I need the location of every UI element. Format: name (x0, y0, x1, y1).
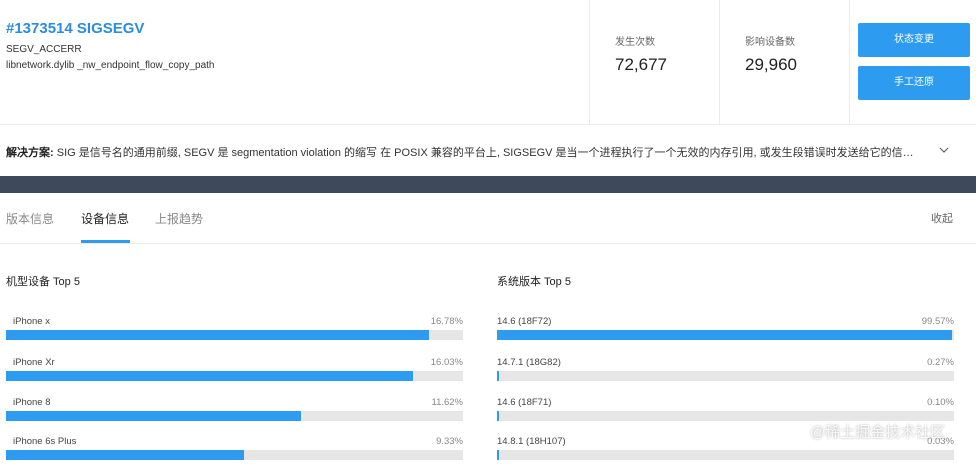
bar-track (6, 330, 463, 340)
issue-frame: libnetwork.dylib _nw_endpoint_flow_copy_… (6, 60, 215, 71)
bar-percent: 99.57% (921, 316, 954, 327)
active-tab-indicator (81, 240, 130, 243)
os-top-title: 系统版本 Top 5 (497, 276, 571, 288)
solution-text: 解决方案: SIG 是信号名的通用前缀, SEGV 是 segmentation… (6, 144, 926, 160)
bar-track (6, 371, 463, 381)
chevron-down-icon[interactable] (939, 146, 949, 154)
device-top-title: 机型设备 Top 5 (6, 276, 80, 288)
occurrences-stat: 发生次数 72,677 (589, 0, 719, 124)
occurrences-value: 72,677 (615, 55, 667, 74)
bar-percent: 11.62% (431, 397, 463, 408)
tab-bar: 版本信息 设备信息 上报趋势 收起 (0, 193, 976, 244)
bar-fill (6, 371, 413, 381)
bar-fill (6, 411, 301, 421)
devices-value: 29,960 (745, 55, 797, 74)
bar-label: 14.6 (18F71) (497, 397, 552, 408)
bar-track (497, 330, 954, 340)
solution-label: 解决方案: (6, 147, 54, 159)
issue-header: #1373514 SIGSEGV SEGV_ACCERR libnetwork.… (0, 0, 976, 125)
bar-track (6, 450, 463, 460)
bar-track (6, 411, 463, 421)
section-band (0, 176, 976, 193)
divider (849, 0, 850, 124)
bar-percent: 0.27% (927, 357, 954, 368)
bar-track (497, 450, 954, 460)
watermark: @稀土掘金技术社区 (810, 424, 946, 441)
collapse-button[interactable]: 收起 (931, 210, 953, 226)
bar-label: iPhone Xr (13, 357, 55, 368)
bar-fill (497, 450, 499, 460)
bar-fill (497, 371, 499, 381)
bar-percent: 0.10% (927, 397, 954, 408)
devices-stat: 影响设备数 29,960 (719, 0, 849, 124)
bar-row: iPhone Xr 16.03% (6, 357, 463, 387)
bar-track (497, 371, 954, 381)
bar-label: iPhone x (13, 316, 50, 327)
bar-row: iPhone x 16.78% (6, 316, 463, 346)
bar-fill (6, 450, 244, 460)
bar-row: iPhone 8 11.62% (6, 397, 463, 427)
manual-restore-button[interactable]: 手工还原 (858, 66, 970, 100)
bar-row: 14.6 (18F72) 99.57% (497, 316, 954, 346)
bar-row: iPhone 6s Plus 9.33% (6, 436, 463, 466)
bar-fill (497, 330, 953, 340)
tab-device-info[interactable]: 设备信息 (81, 210, 129, 227)
issue-type: SEGV_ACCERR (6, 44, 82, 55)
change-status-button[interactable]: 状态变更 (858, 23, 970, 57)
solution-body: SIG 是信号名的通用前缀, SEGV 是 segmentation viola… (56, 147, 914, 159)
occurrences-label: 发生次数 (615, 37, 655, 48)
issue-title[interactable]: #1373514 SIGSEGV (6, 20, 144, 37)
solution-row: 解决方案: SIG 是信号名的通用前缀, SEGV 是 segmentation… (0, 124, 976, 176)
bar-label: 14.6 (18F72) (497, 316, 552, 327)
tab-report-trend[interactable]: 上报趋势 (155, 210, 203, 227)
bar-percent: 9.33% (436, 436, 463, 447)
bar-percent: 16.78% (430, 316, 463, 327)
tab-version-info[interactable]: 版本信息 (6, 210, 54, 227)
bar-percent: 16.03% (430, 357, 463, 368)
bar-label: 14.8.1 (18H107) (497, 436, 566, 447)
bar-label: iPhone 8 (13, 397, 51, 408)
bar-row: 14.7.1 (18G82) 0.27% (497, 357, 954, 387)
bar-fill (6, 330, 429, 340)
bar-fill (497, 411, 499, 421)
bar-track (497, 411, 954, 421)
devices-label: 影响设备数 (745, 37, 795, 48)
bar-label: 14.7.1 (18G82) (497, 357, 561, 368)
bar-label: iPhone 6s Plus (13, 436, 77, 447)
